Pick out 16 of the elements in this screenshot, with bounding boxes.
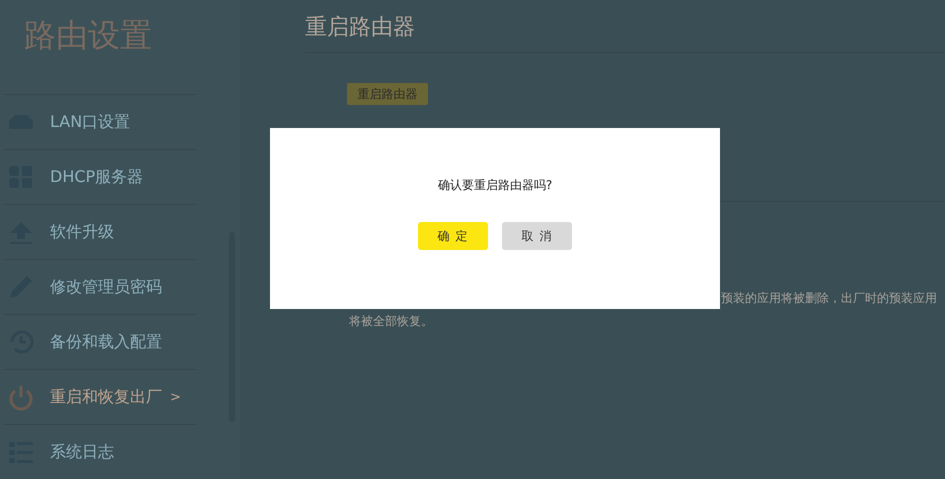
sidebar-item[interactable]: 重启和恢复出厂 > [4, 369, 196, 424]
sidebar-item[interactable]: 系统日志 [4, 424, 196, 479]
cancel-button[interactable]: 取 消 [502, 222, 572, 250]
sidebar-item[interactable]: DHCP服务器 [4, 149, 196, 204]
sidebar-item[interactable]: 软件升级 [4, 204, 196, 260]
arrow-text: > [170, 390, 181, 405]
page-title: 重启路由器 [305, 12, 945, 53]
sidebar-item[interactable]: LAN口设置 [4, 94, 196, 150]
note-text: 预装的应用将被删除，出厂时的预装应用 [720, 290, 938, 307]
sidebar-item[interactable]: 修改管理员密码 [4, 259, 196, 314]
sidebar-item[interactable]: 备份和载入配置 [4, 314, 196, 370]
note-text: 将被全部恢复。 [349, 313, 434, 330]
sidebar-title: 路由设置 [23, 15, 153, 56]
confirm-button[interactable]: 确 定 [418, 222, 488, 250]
dialog-message: 确认要重启路由器吗? [438, 177, 552, 194]
restart-button[interactable]: 重启路由器 [347, 83, 428, 105]
